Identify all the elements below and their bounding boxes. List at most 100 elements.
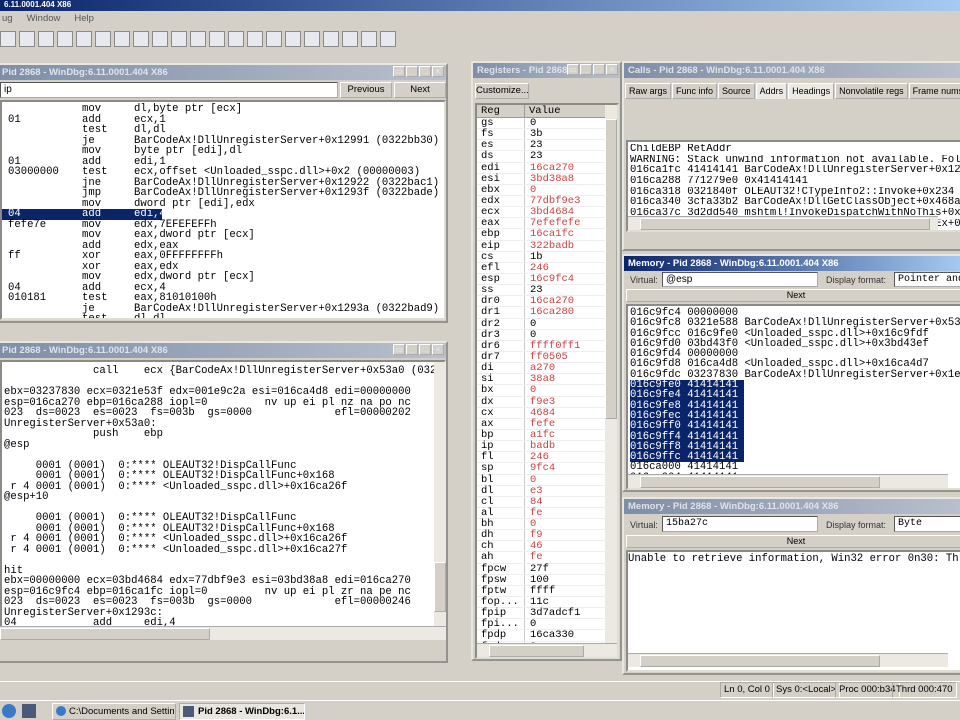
- dock-icon[interactable]: ▭: [393, 66, 405, 77]
- register-row[interactable]: sp 9fc4: [477, 463, 617, 475]
- maximize-button[interactable]: □: [419, 66, 431, 77]
- register-value[interactable]: 16ca280: [525, 307, 574, 318]
- disasm-row[interactable]: add edx,eax: [2, 240, 444, 252]
- register-value[interactable]: 16c9fc4: [525, 273, 574, 284]
- tab-func-info[interactable]: Func info: [672, 83, 718, 99]
- register-value[interactable]: 3bd4684: [525, 207, 574, 218]
- step-into-icon[interactable]: [76, 31, 92, 47]
- register-row[interactable]: dh f9: [477, 530, 617, 542]
- customize-button[interactable]: Customize...: [475, 83, 529, 99]
- register-value[interactable]: ffff: [525, 585, 555, 596]
- disassembly-listing[interactable]: mov dl,byte ptr [ecx] 01 add ecx,1 test dl,dl j…: [0, 100, 446, 320]
- disasm-row[interactable]: 04 add edi,4: [2, 209, 444, 220]
- register-value[interactable]: ff0505: [525, 351, 568, 362]
- scroll-thumb[interactable]: [605, 119, 617, 419]
- register-value[interactable]: 16ca270: [525, 162, 574, 173]
- register-row[interactable]: ah fe: [477, 552, 617, 564]
- tab-headings[interactable]: Headings: [788, 83, 835, 99]
- minimize-button[interactable]: _: [406, 344, 418, 355]
- register-row[interactable]: esp 16c9fc4: [477, 273, 617, 286]
- next-button[interactable]: Next: [626, 535, 960, 548]
- register-value[interactable]: 11c: [525, 596, 549, 607]
- register-value[interactable]: 100: [525, 574, 549, 585]
- column-value[interactable]: Value: [525, 105, 561, 117]
- options-icon[interactable]: [380, 31, 396, 47]
- horizontal-scrollbar[interactable]: [628, 653, 948, 667]
- maximize-button[interactable]: □: [419, 344, 431, 355]
- dock-icon[interactable]: ▭: [567, 64, 579, 75]
- disasm-row[interactable]: 010181 test eax,81010100h: [2, 293, 444, 304]
- scroll-thumb[interactable]: [640, 218, 930, 230]
- register-value[interactable]: 0: [525, 117, 536, 128]
- register-row[interactable]: dl e3: [477, 485, 617, 497]
- vertical-scrollbar[interactable]: [434, 362, 446, 626]
- tab-raw-args[interactable]: Raw args: [625, 83, 672, 99]
- menu-debug[interactable]: ug: [2, 13, 13, 27]
- register-value[interactable]: 46: [525, 541, 543, 552]
- source-icon[interactable]: [19, 31, 35, 47]
- register-value[interactable]: 27f: [525, 563, 549, 574]
- register-row[interactable]: ebp 16ca1fc: [477, 229, 617, 241]
- register-row[interactable]: dr2 0: [477, 318, 617, 330]
- vertical-scrollbar[interactable]: [605, 105, 617, 645]
- next-button[interactable]: Next: [626, 289, 960, 302]
- disasm-row[interactable]: 01 add ecx,1: [2, 114, 444, 126]
- registers-icon[interactable]: [228, 31, 244, 47]
- command-title-bar[interactable]: Pid 2868 - WinDbg:6.11.0001.404 X86 ▭ _ □ ×: [0, 343, 446, 358]
- register-value[interactable]: ffff0ff1: [525, 340, 580, 351]
- memory-title-bar[interactable]: Memory - Pid 2868 - WinDbg:6.11.0001.404…: [624, 499, 960, 514]
- calls-title-bar[interactable]: Calls - Pid 2868 - WinDbg:6.11.0001.404 …: [624, 63, 960, 78]
- register-row[interactable]: ds 23: [477, 151, 617, 163]
- memory-dump[interactable]: 016c9fc4 00000000 016c9fc8 0321e588 BarC…: [626, 304, 960, 490]
- register-value[interactable]: 23: [525, 151, 543, 162]
- register-value[interactable]: 7efefefe: [525, 218, 580, 229]
- disasm-row[interactable]: mov eax,dword ptr [ecx]: [2, 230, 444, 241]
- disasm-row[interactable]: test dl,dl: [2, 314, 444, 318]
- register-value[interactable]: 246: [525, 262, 549, 273]
- register-row[interactable]: fs 3b: [477, 129, 617, 141]
- register-value[interactable]: 4684: [525, 407, 555, 418]
- register-row[interactable]: bh 0: [477, 518, 617, 531]
- disasm-row[interactable]: je BarCodeAx!DllUnregisterServer+0x1293a …: [2, 303, 444, 315]
- menu-window[interactable]: Window: [27, 13, 61, 27]
- register-row[interactable]: bl 0: [477, 474, 617, 486]
- display-format-select[interactable]: Pointer and: [894, 272, 960, 287]
- register-row[interactable]: bx 0: [477, 385, 617, 397]
- register-value[interactable]: 322badb: [525, 240, 574, 251]
- command-window-icon[interactable]: [171, 31, 187, 47]
- call-stack-icon[interactable]: [266, 31, 282, 47]
- register-value[interactable]: 3b: [525, 129, 543, 140]
- disassembly-title-bar[interactable]: Pid 2868 - WinDbg:6.11.0001.404 X86 ▭ _ □ ×: [0, 65, 446, 80]
- maximize-button[interactable]: □: [593, 64, 605, 75]
- close-button[interactable]: ×: [432, 66, 444, 77]
- break-icon[interactable]: [38, 31, 54, 47]
- menu-help[interactable]: Help: [74, 13, 94, 27]
- register-value[interactable]: 38a8: [525, 374, 555, 385]
- disasm-row[interactable]: mov byte ptr [edi],dl: [2, 146, 444, 157]
- register-value[interactable]: 0: [525, 318, 536, 329]
- horizontal-scrollbar[interactable]: [628, 474, 948, 488]
- register-value[interactable]: 84: [525, 496, 543, 507]
- register-row[interactable]: cl 84: [477, 496, 617, 508]
- disasm-row[interactable]: jmp BarCodeAx!DllUnregisterServer+0x1293f…: [2, 188, 444, 199]
- next-button[interactable]: Next: [394, 82, 446, 98]
- register-value[interactable]: 0: [525, 474, 536, 485]
- register-value[interactable]: 0: [525, 385, 536, 396]
- cmd-icon[interactable]: [57, 31, 73, 47]
- memory-icon[interactable]: [247, 31, 263, 47]
- hand-icon[interactable]: [152, 31, 168, 47]
- watch-icon[interactable]: [190, 31, 206, 47]
- register-value[interactable]: 23: [525, 140, 543, 151]
- register-value[interactable]: 1b: [525, 251, 543, 262]
- register-row[interactable]: gs 0: [477, 117, 617, 130]
- register-value[interactable]: a270: [525, 363, 555, 374]
- register-value[interactable]: 23: [525, 285, 543, 296]
- command-output[interactable]: call ecx {BarCodeAx!DllUnregisterServer+…: [0, 360, 446, 640]
- register-value[interactable]: 16ca270: [525, 296, 574, 307]
- scroll-thumb[interactable]: [640, 476, 880, 488]
- disasm-row[interactable]: 03000000 test ecx,offset <Unloaded_sspc.dl…: [2, 167, 444, 178]
- ie-quicklaunch-icon[interactable]: [2, 704, 16, 718]
- minimize-button[interactable]: _: [580, 64, 592, 75]
- previous-button[interactable]: Previous: [340, 82, 392, 98]
- registers-title-bar[interactable]: Registers - Pid 2868 ▭ _ □ ×: [473, 63, 620, 78]
